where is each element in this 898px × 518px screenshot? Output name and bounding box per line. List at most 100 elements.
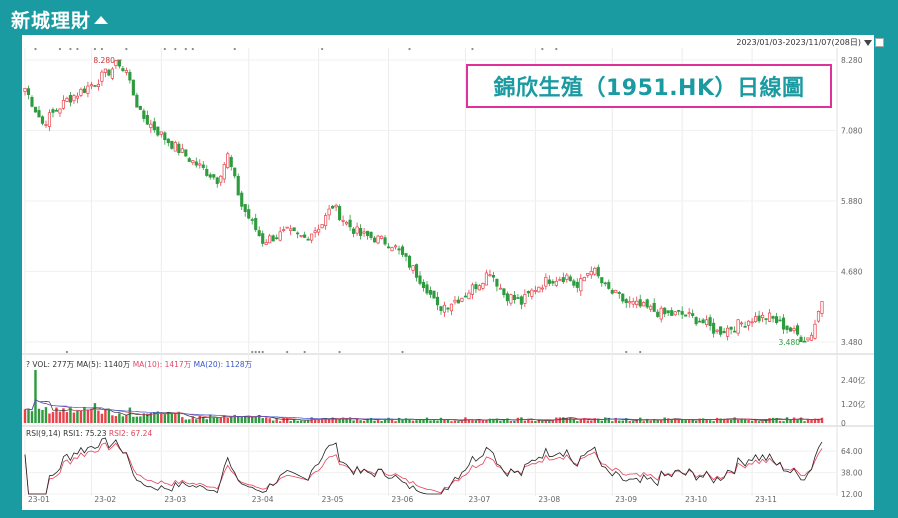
event-marker <box>338 350 341 354</box>
volume-bar <box>181 417 184 423</box>
volume-bar <box>659 420 663 423</box>
volume-bar <box>306 420 310 423</box>
x-tick-label: 23-10 <box>685 495 707 504</box>
event-marker <box>251 350 254 354</box>
candle-body <box>400 246 405 255</box>
volume-bar <box>579 419 583 423</box>
chart-title: 錦欣生殖（1951.HK）日線圖 <box>493 76 805 101</box>
event-marker <box>174 47 177 51</box>
candle-body <box>530 289 534 297</box>
event-marker <box>65 350 69 354</box>
candle-body <box>484 272 488 286</box>
volume-bar <box>789 419 792 423</box>
volume-bar <box>457 421 460 423</box>
candle-body <box>628 301 632 304</box>
candle-body <box>33 106 38 113</box>
candle-body <box>103 68 107 73</box>
volume-bar <box>516 417 520 423</box>
candle-body <box>722 330 726 334</box>
volume-bar <box>618 420 621 423</box>
volume-bar <box>471 419 474 423</box>
volume-bar <box>160 412 163 423</box>
volume-bar <box>373 420 376 423</box>
candle-body <box>778 319 782 322</box>
candle-body <box>750 321 754 324</box>
volume-bar <box>453 420 457 423</box>
candle-body <box>460 297 464 302</box>
candle-body <box>467 292 471 300</box>
candle-body <box>198 163 202 166</box>
volume-bar <box>184 419 188 423</box>
volume-bar <box>590 420 593 423</box>
candle-body <box>93 85 97 87</box>
candle-body <box>439 306 443 311</box>
candle-body <box>264 242 268 245</box>
candle-body <box>474 284 478 290</box>
event-marker <box>184 47 187 51</box>
volume-bar <box>485 420 488 423</box>
rsi-legend: RSI(9,14) RSI1: 75.23 RSI2: 67.24 <box>26 429 152 438</box>
volume-bar <box>334 419 338 423</box>
event-marker <box>639 350 642 354</box>
volume-bar <box>743 419 747 423</box>
event-marker <box>34 47 37 51</box>
volume-bar <box>128 407 132 423</box>
candle-body <box>61 99 66 109</box>
rsi-tick-label: 64.00 <box>841 447 863 456</box>
volume-bar <box>729 419 733 423</box>
volume-bar <box>649 420 652 423</box>
candle-body <box>816 310 821 322</box>
volume-bar <box>72 412 76 423</box>
event-marker <box>401 350 404 354</box>
candle-body <box>121 68 125 71</box>
candle-body <box>152 121 156 131</box>
candle-body <box>642 302 646 307</box>
candle-body <box>540 287 544 290</box>
candle-body <box>138 106 142 110</box>
candle-body <box>159 131 163 135</box>
candle-body <box>649 305 653 310</box>
candle-body <box>212 174 216 178</box>
candle-body <box>243 204 247 212</box>
event-marker <box>100 47 104 51</box>
candle-body <box>635 300 639 306</box>
volume-bar <box>195 419 198 423</box>
candle-body <box>261 233 265 244</box>
volume-bar <box>771 417 775 423</box>
volume-bar <box>415 420 418 423</box>
candle-body <box>268 235 272 244</box>
candle-body <box>708 317 712 326</box>
volume-bar <box>520 417 523 423</box>
candle-body <box>313 230 317 233</box>
candle-body <box>589 271 593 276</box>
volume-bar <box>712 421 715 423</box>
event-marker <box>233 47 236 51</box>
candle-body <box>638 299 642 307</box>
volume-bar <box>632 421 635 423</box>
volume-bar <box>352 420 355 423</box>
candle-body <box>596 267 600 277</box>
candle-body <box>96 83 100 87</box>
candle-body <box>774 316 779 324</box>
candle-body <box>376 235 380 244</box>
volume-bar <box>425 417 429 423</box>
candle-body <box>820 301 824 314</box>
candle-body <box>205 168 209 176</box>
volume-bar <box>715 417 719 423</box>
candle-body <box>435 296 440 306</box>
candle-body <box>767 312 772 322</box>
candle-body <box>477 285 481 291</box>
chart-title-box: 錦欣生殖（1951.HK）日線圖 <box>466 64 832 108</box>
candle-body <box>128 72 132 81</box>
volume-bar <box>132 416 135 423</box>
candle-body <box>310 233 314 241</box>
candle-body <box>170 140 174 149</box>
candle-body <box>331 205 335 209</box>
candle-body <box>107 69 111 76</box>
volume-bar <box>422 419 425 423</box>
candle-body <box>292 227 296 232</box>
high-price-label: 8.280 <box>93 56 115 65</box>
candle-body <box>54 109 59 112</box>
candle-body <box>271 235 275 242</box>
candle-body <box>345 222 349 225</box>
